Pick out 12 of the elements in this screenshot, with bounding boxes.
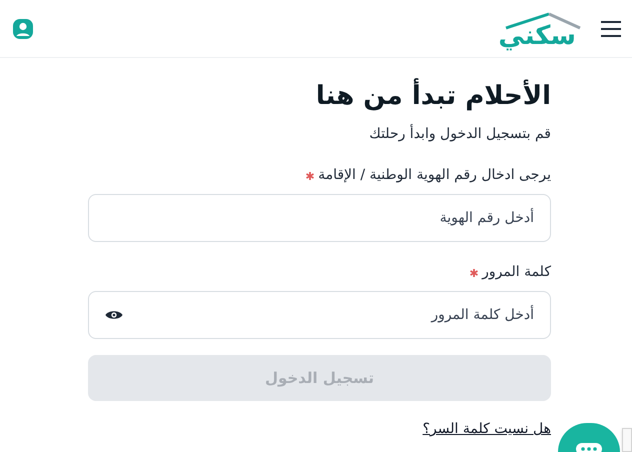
page-title: الأحلام تبدأ من هنا: [316, 78, 551, 114]
password-field[interactable]: أدخل كلمة المرور: [88, 291, 551, 339]
menu-icon[interactable]: [600, 20, 622, 38]
chat-bubble-icon: [576, 443, 602, 452]
forgot-password-link[interactable]: هل نسيت كلمة السر؟: [422, 419, 551, 440]
eye-icon[interactable]: [105, 309, 123, 321]
field-label: كلمة المرور: [482, 263, 551, 282]
id-number-field[interactable]: أدخل رقم الهوية: [88, 194, 551, 242]
field-label: يرجى ادخال رقم الهوية الوطنية / الإقامة: [318, 166, 551, 185]
user-icon[interactable]: [12, 18, 34, 40]
chat-button[interactable]: [558, 423, 620, 452]
subtitle: قم بتسجيل الدخول وابدأ رحلتك: [369, 124, 551, 144]
